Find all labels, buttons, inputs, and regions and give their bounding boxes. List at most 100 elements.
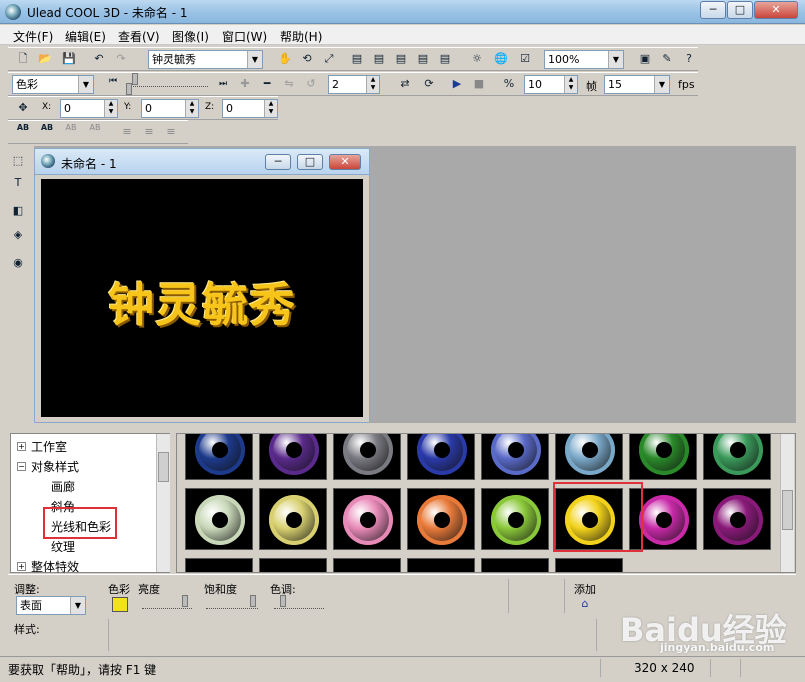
gallery-thumbnail[interactable] xyxy=(407,434,475,480)
keyframe-thumb[interactable] xyxy=(126,83,132,95)
gallery-thumbnail[interactable] xyxy=(259,434,327,480)
brightness-slider[interactable] xyxy=(142,595,192,609)
gallery-thumbnail[interactable] xyxy=(407,488,475,550)
doc-minimize-button[interactable]: ─ xyxy=(265,154,291,170)
gallery-thumbnail[interactable] xyxy=(555,558,623,572)
scroll-thumb[interactable] xyxy=(158,452,169,482)
doc-close-button[interactable]: ✕ xyxy=(329,154,361,170)
light-icon[interactable]: ☼ xyxy=(468,50,486,68)
spin-arrows-icon[interactable]: ▲ ▼ xyxy=(366,76,379,93)
tree-item-object-style[interactable]: 对象样式 xyxy=(31,458,79,475)
fps-combo[interactable]: 15 ▼ xyxy=(604,75,670,94)
gallery-thumbnail[interactable] xyxy=(185,434,253,480)
minimize-button[interactable]: ─ xyxy=(700,1,726,19)
color-swatch[interactable] xyxy=(112,597,128,612)
layer-icon-4[interactable]: ▤ xyxy=(414,50,432,68)
gallery-thumbnail[interactable] xyxy=(703,434,771,480)
text-spacing-icon-2[interactable]: AB xyxy=(38,123,56,141)
gallery-thumbnail[interactable] xyxy=(333,488,401,550)
spin-arrows-icon[interactable]: ▲ ▼ xyxy=(264,100,277,117)
layer-icon-5[interactable]: ▤ xyxy=(436,50,454,68)
scroll-thumb[interactable] xyxy=(782,490,793,530)
swap-icon[interactable]: ⇋ xyxy=(280,75,298,93)
size-object-icon[interactable]: ⤢ xyxy=(320,50,338,68)
undo-icon[interactable]: ↶ xyxy=(90,50,108,68)
percent-icon[interactable]: % xyxy=(500,75,518,93)
z-field[interactable]: 0 ▲ ▼ xyxy=(222,99,278,118)
hue-slider[interactable] xyxy=(274,595,324,609)
play-icon[interactable]: ▶ xyxy=(448,75,466,93)
shape-tool-icon[interactable]: ◉ xyxy=(9,254,27,272)
globe-icon[interactable]: 🌐 xyxy=(492,50,510,68)
gallery-thumbnail[interactable] xyxy=(333,434,401,480)
tree-scrollbar[interactable] xyxy=(156,434,170,572)
align-right-icon[interactable]: ≡ xyxy=(162,123,180,141)
tree-item-studio[interactable]: 工作室 xyxy=(31,438,67,455)
tree-item-global-effects[interactable]: 整体特效 xyxy=(31,558,79,575)
slider-thumb[interactable] xyxy=(250,595,256,607)
hand-icon[interactable]: ✋ xyxy=(276,50,294,68)
saturation-slider[interactable] xyxy=(206,595,258,609)
gallery-thumbnail[interactable] xyxy=(629,434,697,480)
gallery-thumbnail[interactable] xyxy=(703,488,771,550)
remove-frame-icon[interactable]: ━ xyxy=(258,75,276,93)
open-folder-icon[interactable]: 📂 xyxy=(36,50,54,68)
current-frame-field[interactable]: 2 ▲ ▼ xyxy=(328,75,380,94)
text-spacing-icon-1[interactable]: AB xyxy=(14,123,32,141)
expand-icon[interactable]: + xyxy=(17,442,26,451)
edit-icon[interactable]: ✎ xyxy=(658,50,676,68)
gallery-thumbnail[interactable] xyxy=(481,558,549,572)
gallery-scrollbar[interactable] xyxy=(780,434,794,572)
gallery-thumbnail[interactable] xyxy=(259,488,327,550)
text-combo[interactable]: 钟灵毓秀 ▼ xyxy=(148,50,263,69)
gallery-thumbnail[interactable] xyxy=(185,488,253,550)
text-tool-icon[interactable]: T xyxy=(9,174,27,192)
align-left-icon[interactable]: ≡ xyxy=(118,123,136,141)
layer-icon-3[interactable]: ▤ xyxy=(392,50,410,68)
edit-object-icon[interactable]: ◈ xyxy=(9,226,27,244)
expand-icon[interactable]: + xyxy=(17,562,26,571)
layer-icon-2[interactable]: ▤ xyxy=(370,50,388,68)
align-center-icon[interactable]: ≡ xyxy=(140,123,158,141)
tree-item-texture[interactable]: 纹理 xyxy=(51,538,75,555)
canvas-3d-text[interactable]: 钟灵毓秀 xyxy=(41,269,363,335)
menu-edit[interactable]: 编辑(E) xyxy=(65,28,106,45)
frames-field[interactable]: 10 ▲ ▼ xyxy=(524,75,578,94)
stop-icon[interactable]: ■ xyxy=(470,75,488,93)
menu-file[interactable]: 文件(F) xyxy=(13,28,53,45)
text-spacing-icon-3[interactable]: AB xyxy=(62,123,80,141)
refresh-icon[interactable]: ⟳ xyxy=(420,75,438,93)
edit-box-icon[interactable]: ☑ xyxy=(516,50,534,68)
rotate-object-icon[interactable]: ⟲ xyxy=(298,50,316,68)
x-field[interactable]: 0 ▲ ▼ xyxy=(60,99,118,118)
first-frame-icon[interactable]: ⏮ xyxy=(104,72,122,90)
zoom-combo[interactable]: 100% ▼ xyxy=(544,50,624,69)
add-frame-icon[interactable]: ✚ xyxy=(236,75,254,93)
close-button[interactable]: ✕ xyxy=(754,1,798,19)
collapse-icon[interactable]: − xyxy=(17,462,26,471)
tree-item-gallery[interactable]: 画廊 xyxy=(51,478,75,495)
spin-arrows-icon[interactable]: ▲ ▼ xyxy=(185,100,198,117)
new-file-icon[interactable]: 🗋 xyxy=(14,50,32,68)
spin-arrows-icon[interactable]: ▲ ▼ xyxy=(104,100,117,117)
select-tool-icon[interactable]: ⬚ xyxy=(9,152,27,170)
slider-thumb[interactable] xyxy=(182,595,188,607)
gallery-thumbnail[interactable] xyxy=(555,434,623,480)
gallery-thumbnail[interactable] xyxy=(259,558,327,572)
last-frame-icon[interactable]: ⏭ xyxy=(214,75,232,93)
gallery-thumbnail[interactable] xyxy=(481,434,549,480)
menu-help[interactable]: 帮助(H) xyxy=(280,28,322,45)
y-field[interactable]: 0 ▲ ▼ xyxy=(141,99,199,118)
gallery-thumbnail[interactable] xyxy=(185,558,253,572)
text-spacing-icon-4[interactable]: AB xyxy=(86,123,104,141)
gallery-thumbnail[interactable] xyxy=(333,558,401,572)
loop-icon[interactable]: ⇄ xyxy=(396,75,414,93)
save-icon[interactable]: 💾 xyxy=(60,50,78,68)
slider-thumb[interactable] xyxy=(280,595,286,607)
help-pointer-icon[interactable]: ? xyxy=(680,50,698,68)
slider-thumb[interactable] xyxy=(132,73,138,85)
redo-icon[interactable]: ↷ xyxy=(112,50,130,68)
spin-arrows-icon[interactable]: ▲ ▼ xyxy=(564,76,577,93)
adjust-combo[interactable]: 表面 ▼ xyxy=(16,596,86,615)
menu-view[interactable]: 查看(V) xyxy=(118,28,160,45)
